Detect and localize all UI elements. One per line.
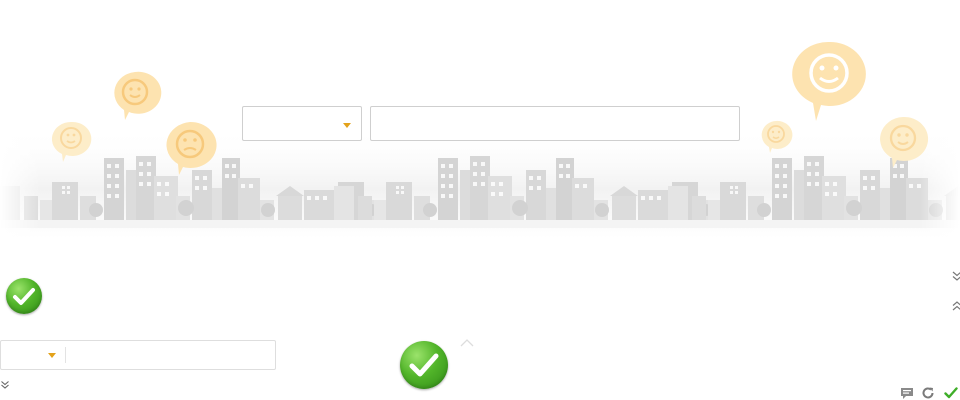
smiley-bubble-icon [792,41,866,121]
check-icon [944,387,958,399]
page [0,0,960,400]
expand-button[interactable] [951,270,960,282]
comment-button[interactable] [900,386,914,400]
refresh-icon [922,387,934,399]
search-bar [242,106,740,141]
double-chevron-down-icon [1,381,9,389]
double-chevron-up-icon [952,301,960,311]
refresh-button[interactable] [921,386,935,400]
confirm-check-button[interactable] [400,341,448,389]
search-input[interactable] [370,106,740,141]
comment-icon [901,388,913,399]
mini-search-bar [0,340,276,370]
caret-down-icon [343,123,351,128]
check-icon [409,353,439,377]
scroll-up-button[interactable] [459,338,475,348]
caret-down-icon [48,353,56,358]
mini-category-select[interactable] [1,341,65,369]
divider [65,347,66,363]
smiley-bubble-icon [114,71,162,120]
category-select[interactable] [242,106,362,141]
caret-up-icon [460,339,474,347]
mini-search-input[interactable] [67,341,273,369]
double-chevron-down-icon [952,271,960,281]
collapse-button[interactable] [951,300,960,312]
expand-mini-button[interactable] [0,380,10,390]
check-icon [13,288,35,305]
confirm-button[interactable] [944,386,958,400]
toolbar [899,386,960,400]
check-button[interactable] [6,278,42,314]
